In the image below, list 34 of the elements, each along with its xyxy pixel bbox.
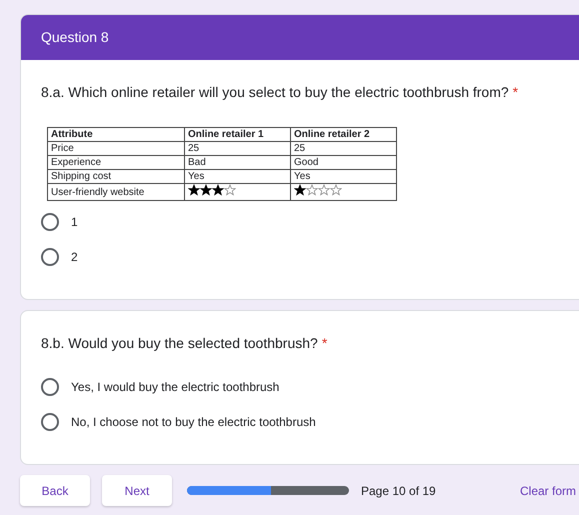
section-header: Question 8 (21, 15, 579, 60)
required-mark: * (322, 334, 328, 353)
table-cell: Good (290, 156, 396, 170)
back-button[interactable]: Back (20, 475, 90, 506)
radio-button[interactable] (41, 213, 59, 231)
table-cell: Yes (290, 170, 396, 184)
table-cell: Experience (48, 156, 184, 170)
question-title: 8.a. Which online retailer will you select to buy the electric toothbrush from? (41, 83, 509, 102)
option-label[interactable]: Yes, I would buy the electric toothbrush (71, 378, 280, 396)
filled-star-icon (294, 184, 306, 196)
table-cell: 25 (184, 142, 290, 156)
option-label[interactable]: No, I choose not to buy the electric toothbrush (71, 413, 316, 431)
table-cell: Yes (184, 170, 290, 184)
table-cell: Shipping cost (48, 170, 184, 184)
clear-form-link[interactable]: Clear form (520, 482, 576, 500)
radio-button[interactable] (41, 248, 59, 266)
table-cell: 25 (290, 142, 396, 156)
column-header: Online retailer 2 (290, 128, 396, 142)
required-mark: * (512, 83, 518, 102)
table-cell: Price (48, 142, 184, 156)
option-label[interactable]: 2 (71, 248, 78, 266)
table-cell: Bad (184, 156, 290, 170)
column-header: Online retailer 1 (184, 128, 290, 142)
question-title: 8.b. Would you buy the selected toothbrush? (41, 334, 318, 353)
filled-star-icon (188, 184, 200, 196)
radio-button[interactable] (41, 378, 59, 396)
page-indicator: Page 10 of 19 (361, 482, 436, 500)
next-button[interactable]: Next (102, 475, 172, 506)
filled-star-icon (200, 184, 212, 196)
option-label[interactable]: 1 (71, 213, 78, 231)
radio-button[interactable] (41, 413, 59, 431)
table-cell: User-friendly website (48, 184, 184, 200)
filled-star-icon (212, 184, 224, 196)
column-header: Attribute (48, 128, 184, 142)
